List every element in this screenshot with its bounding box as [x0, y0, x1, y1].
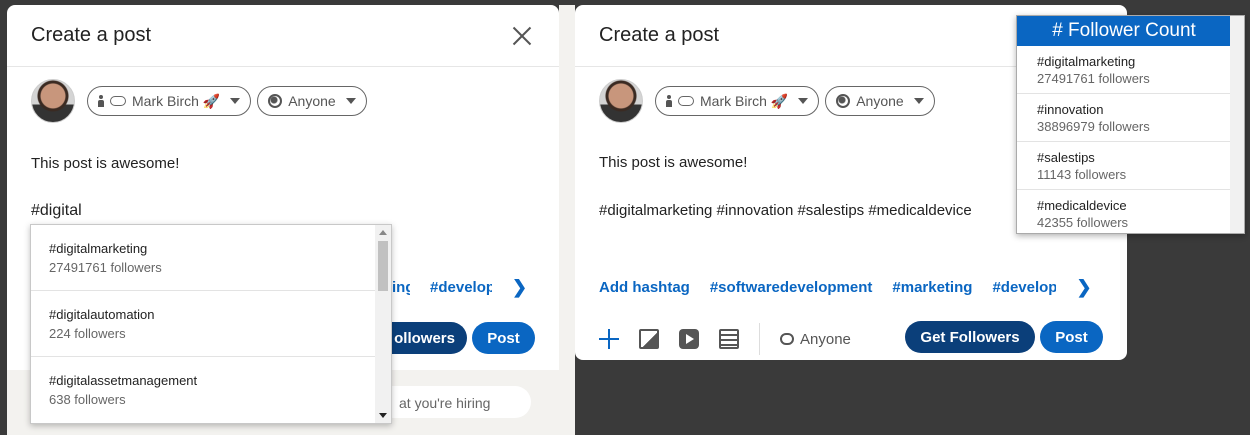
toolbar-divider: [759, 323, 760, 355]
follower-tag: #innovation: [1037, 102, 1104, 117]
follower-count-panel: # Follower Count #digitalmarketing 27491…: [1016, 15, 1245, 234]
follower-count: 27491761 followers: [1037, 71, 1150, 86]
dropdown-item[interactable]: #digitalmarketing 27491761 followers: [31, 225, 375, 291]
modal-title: Create a post: [31, 24, 152, 46]
follower-count: 11143 followers: [1037, 167, 1127, 182]
caret-down-icon: [913, 98, 924, 104]
hashtag-dropdown: #digitalmarketing 27491761 followers #di…: [30, 224, 392, 424]
modal-title: Create a post: [599, 24, 720, 46]
visibility-selector[interactable]: Anyone: [257, 86, 367, 116]
follower-tag: #medicaldevice: [1037, 198, 1127, 213]
follower-count: 38896979 followers: [1037, 119, 1150, 134]
post-toolbar: Anyone: [599, 323, 851, 355]
follower-count-title: # Follower Count: [1017, 16, 1231, 46]
dropdown-count: 224 followers: [49, 326, 126, 341]
person-icon: [666, 95, 672, 107]
follower-panel-scrollbar[interactable]: [1230, 16, 1244, 233]
follower-item[interactable]: #salestips 11143 followers: [1017, 142, 1231, 190]
background-feed: [559, 5, 575, 435]
video-icon[interactable]: [679, 329, 699, 349]
follower-item[interactable]: #innovation 38896979 followers: [1017, 94, 1231, 142]
avatar: [599, 79, 643, 123]
globe-icon: [268, 94, 283, 108]
comment-icon: [780, 333, 794, 345]
follower-item[interactable]: #digitalmarketing 27491761 followers: [1017, 46, 1231, 94]
visibility-label: Anyone: [856, 93, 904, 109]
scroll-up-icon[interactable]: [379, 230, 387, 235]
dropdown-tag: #digitalautomation: [49, 307, 155, 322]
hashtag-suggestions: Add hashtag #softwaredevelopment #market…: [599, 277, 1092, 298]
typed-hashtag[interactable]: #digital: [31, 202, 82, 220]
photo-icon[interactable]: [639, 329, 659, 349]
hashtags-line[interactable]: #digitalmarketing #innovation #salestips…: [599, 202, 972, 219]
hashtag-suggestion[interactable]: #marketing: [892, 279, 972, 296]
follower-tag: #salestips: [1037, 150, 1095, 165]
scroll-down-icon[interactable]: [379, 413, 387, 418]
chevron-right-icon[interactable]: ❯: [512, 277, 527, 298]
modal-header: Create a post: [7, 5, 559, 67]
get-followers-button[interactable]: Get Followers: [905, 321, 1035, 353]
person-icon: [98, 95, 104, 107]
cloud-icon: [678, 96, 694, 106]
follower-count: 42355 followers: [1037, 215, 1129, 230]
author-name: Mark Birch 🚀: [700, 92, 789, 109]
hashtag-suggestion[interactable]: #develop: [992, 279, 1056, 296]
visibility-selector[interactable]: Anyone: [825, 86, 935, 116]
dropdown-tag: #digitalassetmanagement: [49, 373, 198, 388]
dropdown-tag: #digitalmarketing: [49, 241, 148, 256]
hiring-prompt[interactable]: at you're hiring: [377, 386, 531, 418]
author-row: Mark Birch 🚀 Anyone: [599, 79, 941, 123]
globe-icon: [836, 94, 851, 108]
dropdown-item[interactable]: #digitalassetmanagement 638 followers: [31, 357, 375, 423]
dropdown-count: 638 followers: [49, 392, 126, 407]
caret-down-icon: [798, 98, 809, 104]
post-text[interactable]: This post is awesome!: [599, 154, 747, 171]
post-text[interactable]: This post is awesome!: [31, 155, 179, 172]
dropdown-scrollbar[interactable]: [375, 225, 391, 423]
follower-tag: #digitalmarketing: [1037, 54, 1136, 69]
hashtag-suggestion[interactable]: #softwaredevelopment: [710, 279, 873, 296]
chevron-right-icon[interactable]: ❯: [1076, 277, 1091, 298]
add-hashtag-link[interactable]: Add hashtag: [599, 279, 690, 296]
hashtag-suggestion[interactable]: ing: [392, 279, 410, 296]
avatar: [31, 79, 75, 123]
comment-visibility[interactable]: Anyone: [780, 331, 851, 348]
dropdown-count: 27491761 followers: [49, 260, 162, 275]
post-button[interactable]: Post: [472, 322, 535, 354]
comment-visibility-label: Anyone: [800, 330, 851, 348]
hashtag-suggestion[interactable]: #develop: [430, 279, 492, 296]
caret-down-icon: [230, 98, 241, 104]
cloud-icon: [110, 96, 126, 106]
dropdown-item[interactable]: #digitalautomation 224 followers: [31, 291, 375, 357]
author-row: Mark Birch 🚀 Anyone: [31, 79, 373, 123]
author-name: Mark Birch 🚀: [132, 92, 221, 109]
plus-icon[interactable]: [599, 329, 619, 349]
follower-item[interactable]: #medicaldevice 42355 followers: [1017, 190, 1231, 233]
hashtag-suggestions: ing #develop ❯: [392, 277, 527, 298]
scroll-thumb[interactable]: [378, 241, 388, 291]
caret-down-icon: [345, 98, 356, 104]
document-icon[interactable]: [719, 329, 739, 349]
visibility-label: Anyone: [288, 93, 336, 109]
author-selector[interactable]: Mark Birch 🚀: [655, 86, 820, 116]
close-icon[interactable]: [509, 23, 535, 49]
author-selector[interactable]: Mark Birch 🚀: [87, 86, 252, 116]
post-button[interactable]: Post: [1040, 321, 1103, 353]
